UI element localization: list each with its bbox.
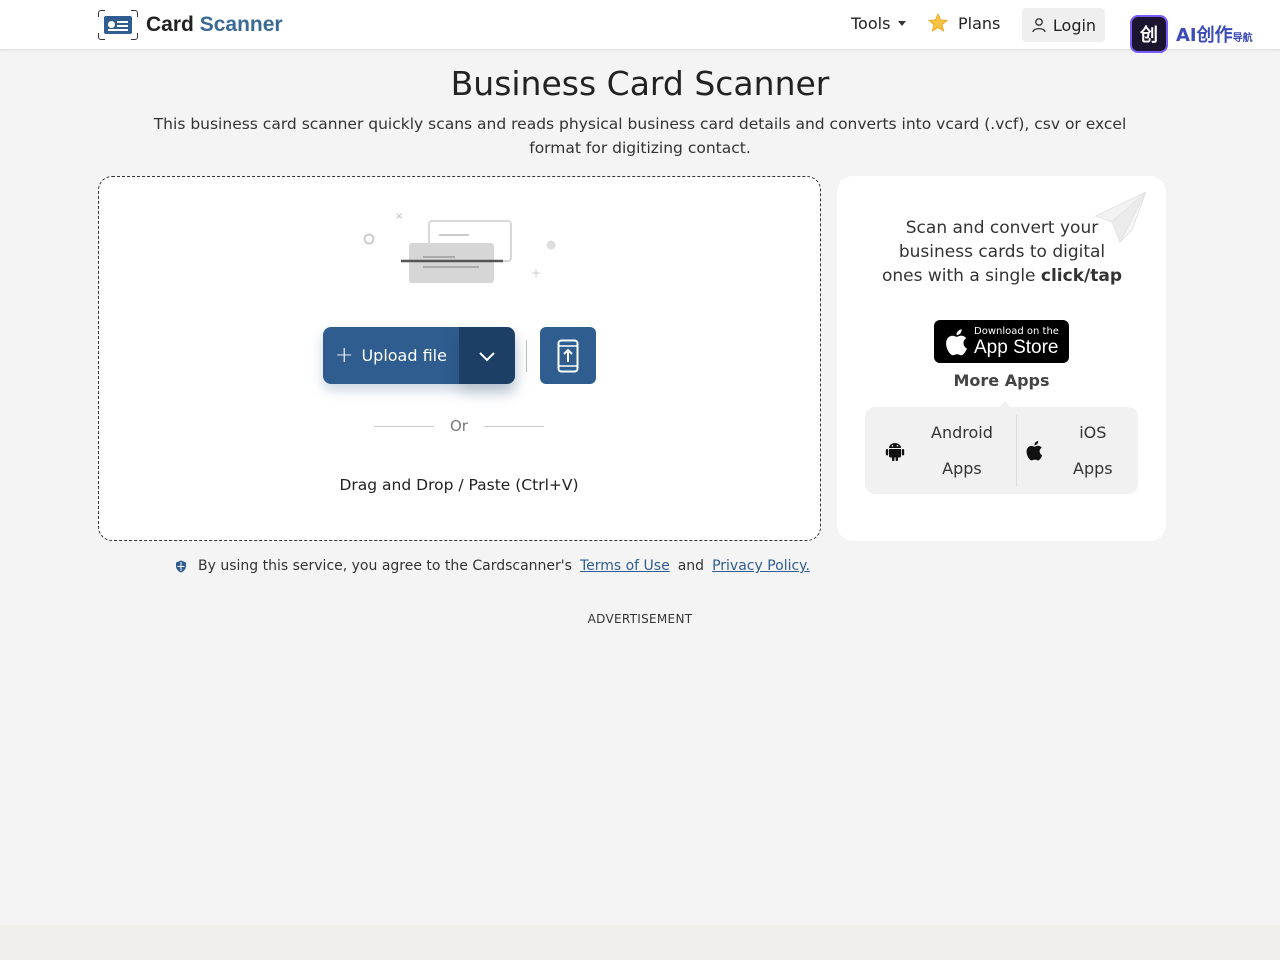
site-logo[interactable]: Card Scanner: [97, 9, 283, 41]
plus-icon: +: [335, 343, 354, 368]
nav-tools-dropdown[interactable]: Tools: [851, 14, 907, 33]
page-subtitle: This business card scanner quickly scans…: [153, 115, 1127, 157]
upload-options-dropdown-button[interactable]: [459, 327, 515, 384]
star-icon: [928, 13, 948, 33]
ios-apps-link[interactable]: iOS Apps: [1025, 407, 1113, 494]
chevron-down-icon: [479, 351, 495, 361]
shield-icon: [176, 560, 186, 572]
more-apps-heading: More Apps: [953, 371, 1050, 390]
ios-apps-label-1: iOS: [1079, 422, 1107, 442]
android-icon: [885, 442, 905, 461]
app-promo-panel: Scan and convert your business cards to …: [837, 176, 1166, 541]
mobile-upload-icon: [557, 339, 579, 372]
page-title: Business Card Scanner: [450, 64, 830, 103]
privacy-policy-link[interactable]: Privacy Policy.: [712, 558, 810, 574]
card-logo-icon: [97, 9, 139, 41]
apps-divider: [1016, 415, 1017, 487]
android-apps-link[interactable]: Android Apps: [885, 407, 993, 494]
upload-file-button[interactable]: + Upload file: [323, 327, 459, 384]
promo-text-bold: click/tap: [1040, 266, 1122, 286]
terms-prefix: By using this service, you agree to the …: [198, 558, 572, 574]
logo-text: Card Scanner: [146, 13, 283, 37]
apple-icon: [946, 328, 967, 355]
login-button[interactable]: Login: [1022, 8, 1105, 42]
apps-links-box: Android Apps iOS Apps: [865, 401, 1138, 494]
caret-down-icon: [898, 21, 907, 26]
or-divider: Or: [374, 417, 544, 435]
android-apps-label-1: Android: [931, 422, 993, 442]
nav-plans-link[interactable]: Plans: [928, 13, 1000, 33]
footer-band: [0, 925, 1280, 960]
upload-button-group: + Upload file: [323, 327, 515, 384]
or-label: Or: [450, 417, 468, 435]
ai-nav-badge[interactable]: 创 AI创作导航: [1130, 14, 1270, 54]
top-navbar: Card Scanner Tools Plans Login 创 AI创作导航: [0, 0, 1280, 53]
button-divider: [526, 340, 527, 372]
upload-file-label: Upload file: [361, 346, 447, 365]
ai-badge-logo-icon: 创: [1130, 15, 1168, 53]
logo-word-scanner: Scanner: [199, 13, 283, 36]
card-scan-illustration: × +: [363, 211, 556, 283]
terms-notice: By using this service, you agree to the …: [175, 558, 810, 574]
android-apps-label-2: Apps: [942, 458, 982, 478]
login-label: Login: [1052, 15, 1097, 35]
svg-text:+: +: [531, 266, 541, 280]
terms-of-use-link[interactable]: Terms of Use: [580, 558, 670, 574]
user-icon: [1032, 18, 1046, 33]
apple-icon: [1026, 440, 1043, 461]
logo-word-card: Card: [146, 13, 194, 36]
svg-text:×: ×: [395, 211, 403, 222]
app-store-button[interactable]: Download on the App Store: [934, 320, 1069, 363]
terms-and: and: [677, 558, 705, 574]
app-store-big-label: App Store: [974, 336, 1059, 358]
promo-text: Scan and convert your business cards to …: [877, 216, 1127, 288]
drag-drop-hint: Drag and Drop / Paste (Ctrl+V): [339, 476, 579, 494]
nav-plans-label: Plans: [958, 13, 1001, 33]
or-line-left: [374, 425, 434, 427]
app-store-small-label: Download on the: [974, 325, 1059, 337]
ios-apps-label-2: Apps: [1073, 458, 1113, 478]
advertisement-label: ADVERTISEMENT: [587, 612, 693, 626]
nav-tools-label: Tools: [851, 14, 891, 33]
ai-badge-title: AI创作: [1176, 25, 1233, 46]
or-line-right: [483, 425, 544, 427]
mobile-upload-button[interactable]: [540, 327, 596, 384]
ai-badge-text: AI创作导航: [1176, 21, 1253, 47]
ai-badge-subtitle: 导航: [1232, 33, 1253, 44]
upload-dropzone[interactable]: × + + Upload file Or Drag and Drop / Pas…: [98, 176, 821, 541]
